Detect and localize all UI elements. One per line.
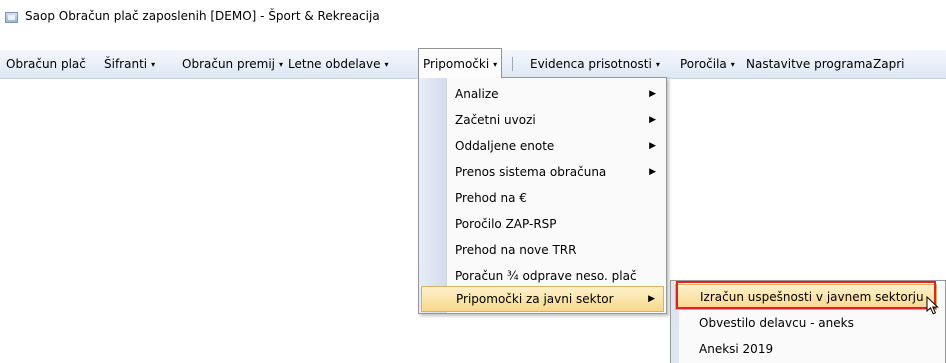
item-label: Pripomočki za javni sektor <box>456 292 614 306</box>
menu-separator <box>512 57 513 71</box>
dropdown-item-prenos-sistema[interactable]: Prenos sistema obračuna ▶ <box>421 159 664 185</box>
app-icon <box>5 12 18 23</box>
menu-bar: Obračun plač Šifranti ▾ Obračun premij ▾ L… <box>0 48 946 79</box>
chevron-right-icon: ▶ <box>648 294 655 304</box>
item-label: Prehod na nove TRR <box>455 243 577 257</box>
item-label: Obvestilo delavcu - aneks <box>699 316 854 330</box>
menu-label: Letne obdelave <box>288 57 381 71</box>
menu-label: Šifranti <box>104 57 148 71</box>
item-label: Aneksi 2019 <box>699 342 774 356</box>
chevron-down-icon: ▾ <box>151 60 156 69</box>
chevron-right-icon: ▶ <box>649 167 656 177</box>
chevron-right-icon: ▶ <box>649 141 656 151</box>
item-label: Oddaljene enote <box>455 139 555 153</box>
submenu-item-obvestilo-delavcu[interactable]: Obvestilo delavcu - aneks <box>675 310 937 336</box>
item-label: Poročilo ZAP-RSP <box>455 217 557 231</box>
menu-label: Poročila <box>680 57 727 71</box>
menu-letne-obdelave[interactable]: Letne obdelave ▾ <box>288 50 389 78</box>
dropdown-item-oddaljene-enote[interactable]: Oddaljene enote ▶ <box>421 133 664 159</box>
dropdown-item-javni-sektor[interactable]: Pripomočki za javni sektor ▶ <box>421 286 664 312</box>
menu-porocila[interactable]: Poročila ▾ <box>680 50 735 78</box>
item-label: Analize <box>455 87 499 101</box>
menu-label: Nastavitve programa <box>746 57 873 71</box>
dropdown-item-analize[interactable]: Analize ▶ <box>421 81 664 107</box>
dropdown-item-prehod-euro[interactable]: Prehod na € <box>421 185 664 211</box>
menu-nastavitve-programa[interactable]: Nastavitve programa <box>746 50 873 78</box>
chevron-down-icon: ▾ <box>655 60 660 69</box>
dropdown-item-porocilo-zap-rsp[interactable]: Poročilo ZAP-RSP <box>421 211 664 237</box>
menu-label: Obračun plač <box>6 57 86 71</box>
menu-sifranti[interactable]: Šifranti ▾ <box>104 50 155 78</box>
dropdown-item-zacetni-uvozi[interactable]: Začetni uvozi ▶ <box>421 107 664 133</box>
menu-label: Evidenca prisotnosti <box>530 57 652 71</box>
highlight-box <box>676 281 936 309</box>
menu-label: Obračun premij <box>182 57 275 71</box>
menu-obracun-premij[interactable]: Obračun premij ▾ <box>182 50 283 78</box>
title-bar: Saop Obračun plač zaposlenih [DEMO] - Šp… <box>0 0 946 30</box>
mouse-cursor-icon <box>926 296 939 315</box>
menu-evidenca-prisotnosti[interactable]: Evidenca prisotnosti ▾ <box>530 50 660 78</box>
chevron-down-icon: ▾ <box>730 60 735 69</box>
chevron-down-icon: ▾ <box>279 60 284 69</box>
pripomocki-dropdown: Analize ▶ Začetni uvozi ▶ Oddaljene enot… <box>418 77 667 314</box>
menu-zapri[interactable]: Zapri <box>873 50 904 78</box>
dropdown-item-prehod-trr[interactable]: Prehod na nove TRR <box>421 237 664 263</box>
chevron-down-icon: ▾ <box>493 60 498 69</box>
window-title: Saop Obračun plač zaposlenih [DEMO] - Šp… <box>25 9 380 23</box>
menu-obracun-plac[interactable]: Obračun plač <box>6 50 86 78</box>
menu-pripomocki[interactable]: Pripomočki ▾ <box>418 48 503 78</box>
submenu-item-aneksi-2019[interactable]: Aneksi 2019 <box>675 336 937 362</box>
chevron-down-icon: ▾ <box>384 60 389 69</box>
chevron-right-icon: ▶ <box>649 89 656 99</box>
menu-label: Pripomočki <box>423 57 490 71</box>
item-label: Prenos sistema obračuna <box>455 165 607 179</box>
chevron-right-icon: ▶ <box>649 115 656 125</box>
menu-label: Zapri <box>873 57 905 71</box>
item-label: Prehod na € <box>455 191 527 205</box>
item-label: Začetni uvozi <box>455 113 536 127</box>
